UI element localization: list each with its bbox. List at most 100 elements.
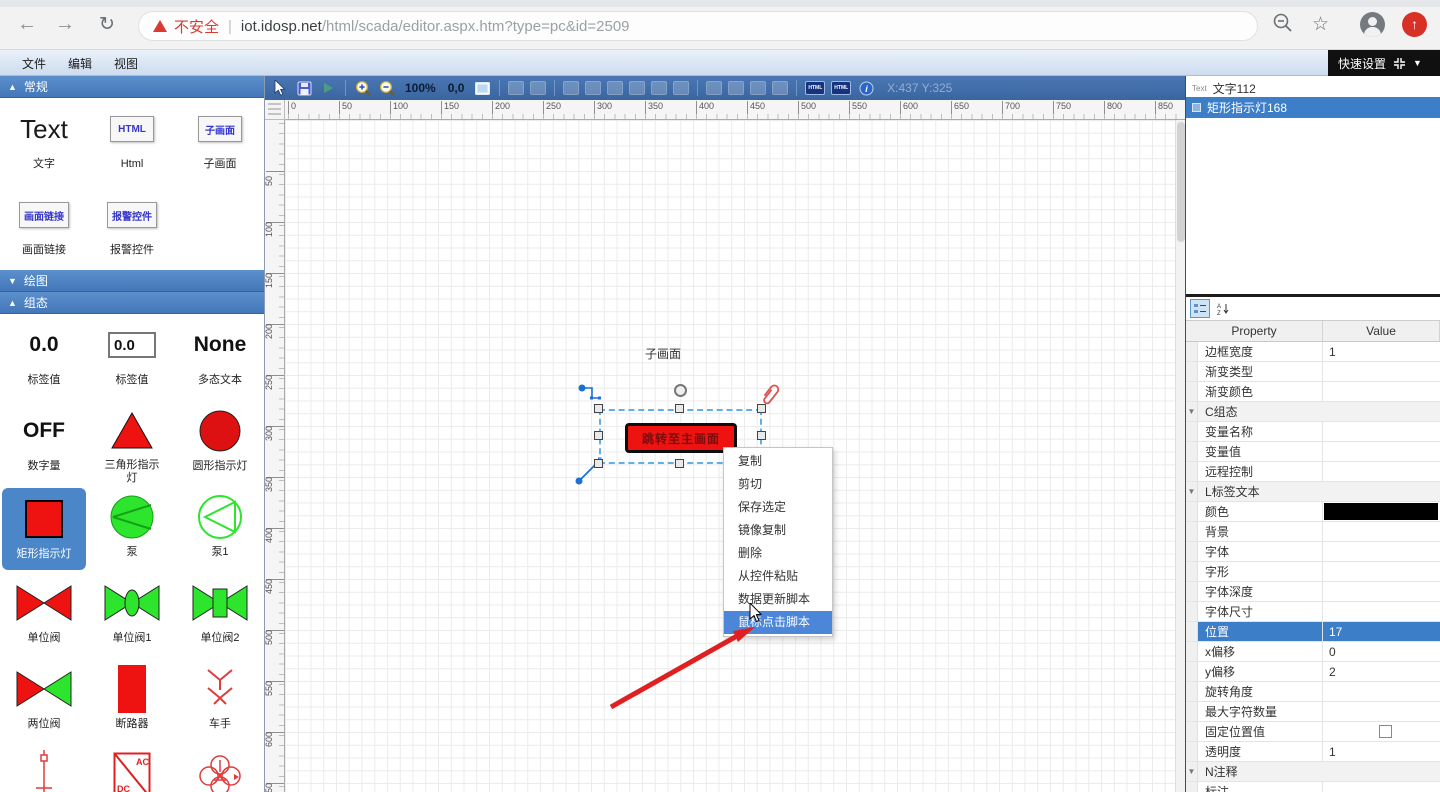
property-row-变量名称[interactable]: 变量名称 (1186, 422, 1440, 442)
property-value[interactable] (1323, 542, 1440, 561)
run-icon[interactable] (319, 79, 337, 97)
subscreen-label[interactable]: 子画面 (645, 345, 681, 362)
bookmark-star-icon[interactable]: ☆ (1312, 13, 1329, 36)
palette-item-多态文本[interactable]: None多态文本 (176, 314, 264, 400)
context-menu-item-镜像复制[interactable]: 镜像复制 (724, 519, 832, 542)
select-cursor-icon[interactable] (271, 79, 289, 97)
quick-settings-dropdown-icon[interactable]: ▼ (1413, 58, 1422, 68)
property-row-颜色[interactable]: 颜色 (1186, 502, 1440, 522)
palette-item-子画面[interactable]: 子画面子画面 (176, 98, 264, 184)
palette-item-Html[interactable]: HTMLHtml (88, 98, 176, 184)
property-value[interactable] (1323, 702, 1440, 721)
property-value[interactable] (1323, 382, 1440, 401)
alphabetical-sort-icon[interactable]: AZ (1213, 299, 1233, 318)
property-row-最大字符数量[interactable]: 最大字符数量 (1186, 702, 1440, 722)
property-row-位置[interactable]: 位置17 (1186, 622, 1440, 642)
menu-item-视图[interactable]: 视图 (114, 55, 138, 72)
palette-item-车手[interactable]: 车手 (176, 658, 264, 744)
property-value[interactable]: 17 (1323, 622, 1440, 641)
browser-back-icon[interactable]: ← (14, 13, 40, 36)
menu-item-编辑[interactable]: 编辑 (68, 55, 92, 72)
property-value[interactable] (1323, 682, 1440, 701)
palette-item-文字[interactable]: Text文字 (0, 98, 88, 184)
align-right-icon[interactable] (607, 81, 623, 95)
object-tree-item-矩形指示灯168[interactable]: 矩形指示灯168 (1186, 97, 1440, 118)
property-row-边框宽度[interactable]: 边框宽度1 (1186, 342, 1440, 362)
property-value[interactable] (1323, 602, 1440, 621)
property-category-N注释[interactable]: ▼N注释 (1186, 762, 1440, 782)
save-icon[interactable] (295, 79, 313, 97)
property-row-标注[interactable]: 标注 (1186, 782, 1440, 792)
design-canvas[interactable]: 子画面 跳转至主画面 复制剪切保存选定镜像复制删除从控件粘贴数据更新脚本鼠标点击… (285, 120, 1175, 792)
handle-middle-left[interactable] (594, 431, 603, 440)
context-menu-item-剪切[interactable]: 剪切 (724, 473, 832, 496)
handle-top-left[interactable] (594, 404, 603, 413)
security-warning-label[interactable]: 不安全 (174, 16, 219, 37)
palette-item-圆形指示灯[interactable]: 圆形指示灯 (176, 400, 264, 486)
profile-avatar-icon[interactable] (1360, 12, 1385, 37)
palette-item-泵1[interactable]: 泵1 (176, 486, 264, 572)
property-value[interactable] (1323, 362, 1440, 381)
compress-icon[interactable] (1393, 57, 1406, 70)
property-row-远程控制[interactable]: 远程控制 (1186, 462, 1440, 482)
property-value[interactable] (1323, 482, 1440, 501)
zoom-in-icon[interactable] (354, 79, 372, 97)
palette-item-两位阀[interactable]: 两位阀 (0, 658, 88, 744)
property-value[interactable] (1323, 442, 1440, 461)
align-top-icon[interactable] (629, 81, 645, 95)
property-row-渐变颜色[interactable]: 渐变颜色 (1186, 382, 1440, 402)
property-row-固定位置值[interactable]: 固定位置值 (1186, 722, 1440, 742)
handle-top-middle[interactable] (675, 404, 684, 413)
property-value[interactable] (1323, 522, 1440, 541)
object-tree-item-文字112[interactable]: Text文字112 (1186, 80, 1440, 97)
palette-item-PT[interactable]: PT (176, 744, 264, 792)
palette-section-绘图[interactable]: ▼绘图 (0, 270, 264, 292)
align-left-icon[interactable] (563, 81, 579, 95)
palette-item-数字量[interactable]: OFF数字量 (0, 400, 88, 486)
palette-item-单位阀2[interactable]: 单位阀2 (176, 572, 264, 658)
context-menu-item-从控件粘贴[interactable]: 从控件粘贴 (724, 565, 832, 588)
property-value[interactable] (1323, 562, 1440, 581)
palette-item-单位阀1[interactable]: 单位阀1 (88, 572, 176, 658)
palette-item-标签值[interactable]: 0.0标签值 (0, 314, 88, 400)
property-value[interactable]: 2 (1323, 662, 1440, 681)
screen-settings-icon[interactable] (473, 79, 491, 97)
property-row-背景[interactable]: 背景 (1186, 522, 1440, 542)
palette-section-常规[interactable]: ▲常规 (0, 76, 264, 98)
property-value[interactable] (1323, 462, 1440, 481)
property-row-字形[interactable]: 字形 (1186, 562, 1440, 582)
property-value[interactable] (1323, 722, 1440, 741)
handle-middle-right[interactable] (757, 431, 766, 440)
property-row-渐变类型[interactable]: 渐变类型 (1186, 362, 1440, 382)
palette-item-矩形指示灯[interactable]: 矩形指示灯 (2, 488, 86, 570)
same-size-icon[interactable] (750, 81, 766, 95)
group-icon[interactable] (508, 81, 524, 95)
palette-item-泵[interactable]: 泵 (88, 486, 176, 572)
property-category-C组态[interactable]: ▼C组态 (1186, 402, 1440, 422)
palette-item-报警控件[interactable]: 报警控件报警控件 (88, 184, 176, 270)
property-value[interactable]: 1 (1323, 342, 1440, 361)
align-center-icon[interactable] (585, 81, 601, 95)
property-row-字体深度[interactable]: 字体深度 (1186, 582, 1440, 602)
context-menu-item-保存选定[interactable]: 保存选定 (724, 496, 832, 519)
context-menu-item-删除[interactable]: 删除 (724, 542, 832, 565)
property-row-x偏移[interactable]: x偏移0 (1186, 642, 1440, 662)
handle-bottom-middle[interactable] (675, 459, 684, 468)
property-value[interactable] (1323, 502, 1440, 521)
context-menu-item-鼠标点击脚本[interactable]: 鼠标点击脚本 (724, 611, 832, 634)
property-value[interactable] (1323, 762, 1440, 781)
property-value[interactable] (1323, 782, 1440, 792)
categorized-view-icon[interactable] (1190, 299, 1210, 318)
align-middle-icon[interactable] (651, 81, 667, 95)
property-value[interactable] (1323, 422, 1440, 441)
property-value[interactable] (1323, 582, 1440, 601)
property-row-旋转角度[interactable]: 旋转角度 (1186, 682, 1440, 702)
property-value[interactable]: 0 (1323, 642, 1440, 661)
property-row-变量值[interactable]: 变量值 (1186, 442, 1440, 462)
same-width-icon[interactable] (706, 81, 722, 95)
jump-to-main-button[interactable]: 跳转至主画面 (625, 423, 737, 453)
palette-item-断路器[interactable]: 断路器 (88, 658, 176, 744)
property-row-y偏移[interactable]: y偏移2 (1186, 662, 1440, 682)
same-height-icon[interactable] (728, 81, 744, 95)
zoom-out-icon[interactable] (378, 79, 396, 97)
